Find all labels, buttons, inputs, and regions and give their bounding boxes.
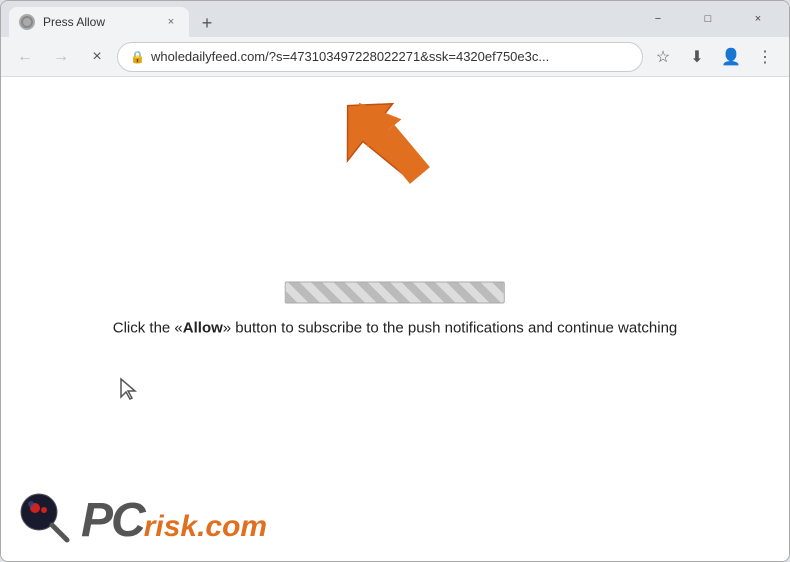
reload-button[interactable]: × — [81, 41, 113, 73]
tab-area: Press Allow × + — [9, 1, 627, 37]
close-button[interactable]: × — [735, 3, 781, 35]
pcrisk-logo-icon — [17, 490, 73, 551]
direction-arrow — [341, 89, 441, 199]
window-controls: − □ × — [635, 3, 781, 35]
bookmark-button[interactable]: ☆ — [647, 41, 679, 73]
address-bar[interactable]: 🔒 wholedailyfeed.com/?s=4731034972280222… — [117, 42, 643, 72]
watermark: PC risk.com — [17, 490, 267, 551]
progress-section: Click the «Allow» button to subscribe to… — [113, 282, 678, 337]
profile-button[interactable]: 👤 — [715, 41, 747, 73]
progress-bar — [285, 282, 505, 304]
tab-favicon — [19, 14, 35, 30]
new-tab-button[interactable]: + — [193, 9, 221, 37]
subscribe-text: Click the «Allow» button to subscribe to… — [113, 320, 678, 337]
forward-button[interactable]: → — [45, 41, 77, 73]
page-content: Click the «Allow» button to subscribe to… — [1, 77, 789, 561]
download-button[interactable]: ⬇ — [681, 41, 713, 73]
active-tab[interactable]: Press Allow × — [9, 7, 189, 37]
tab-close-button[interactable]: × — [163, 14, 179, 30]
browser-window: Press Allow × + − □ × ← → × 🔒 wholedaily… — [0, 0, 790, 562]
back-button[interactable]: ← — [9, 41, 41, 73]
cursor-indicator — [119, 377, 139, 406]
pcrisk-text: PC risk.com — [81, 497, 267, 545]
url-text: wholedailyfeed.com/?s=473103497228022271… — [151, 49, 630, 64]
nav-actions: ☆ ⬇ 👤 ⋮ — [647, 41, 781, 73]
lock-icon: 🔒 — [130, 50, 145, 64]
menu-button[interactable]: ⋮ — [749, 41, 781, 73]
minimize-button[interactable]: − — [635, 3, 681, 35]
nav-bar: ← → × 🔒 wholedailyfeed.com/?s=4731034972… — [1, 37, 789, 77]
title-bar: Press Allow × + − □ × — [1, 1, 789, 37]
maximize-button[interactable]: □ — [685, 3, 731, 35]
tab-title: Press Allow — [43, 15, 155, 29]
